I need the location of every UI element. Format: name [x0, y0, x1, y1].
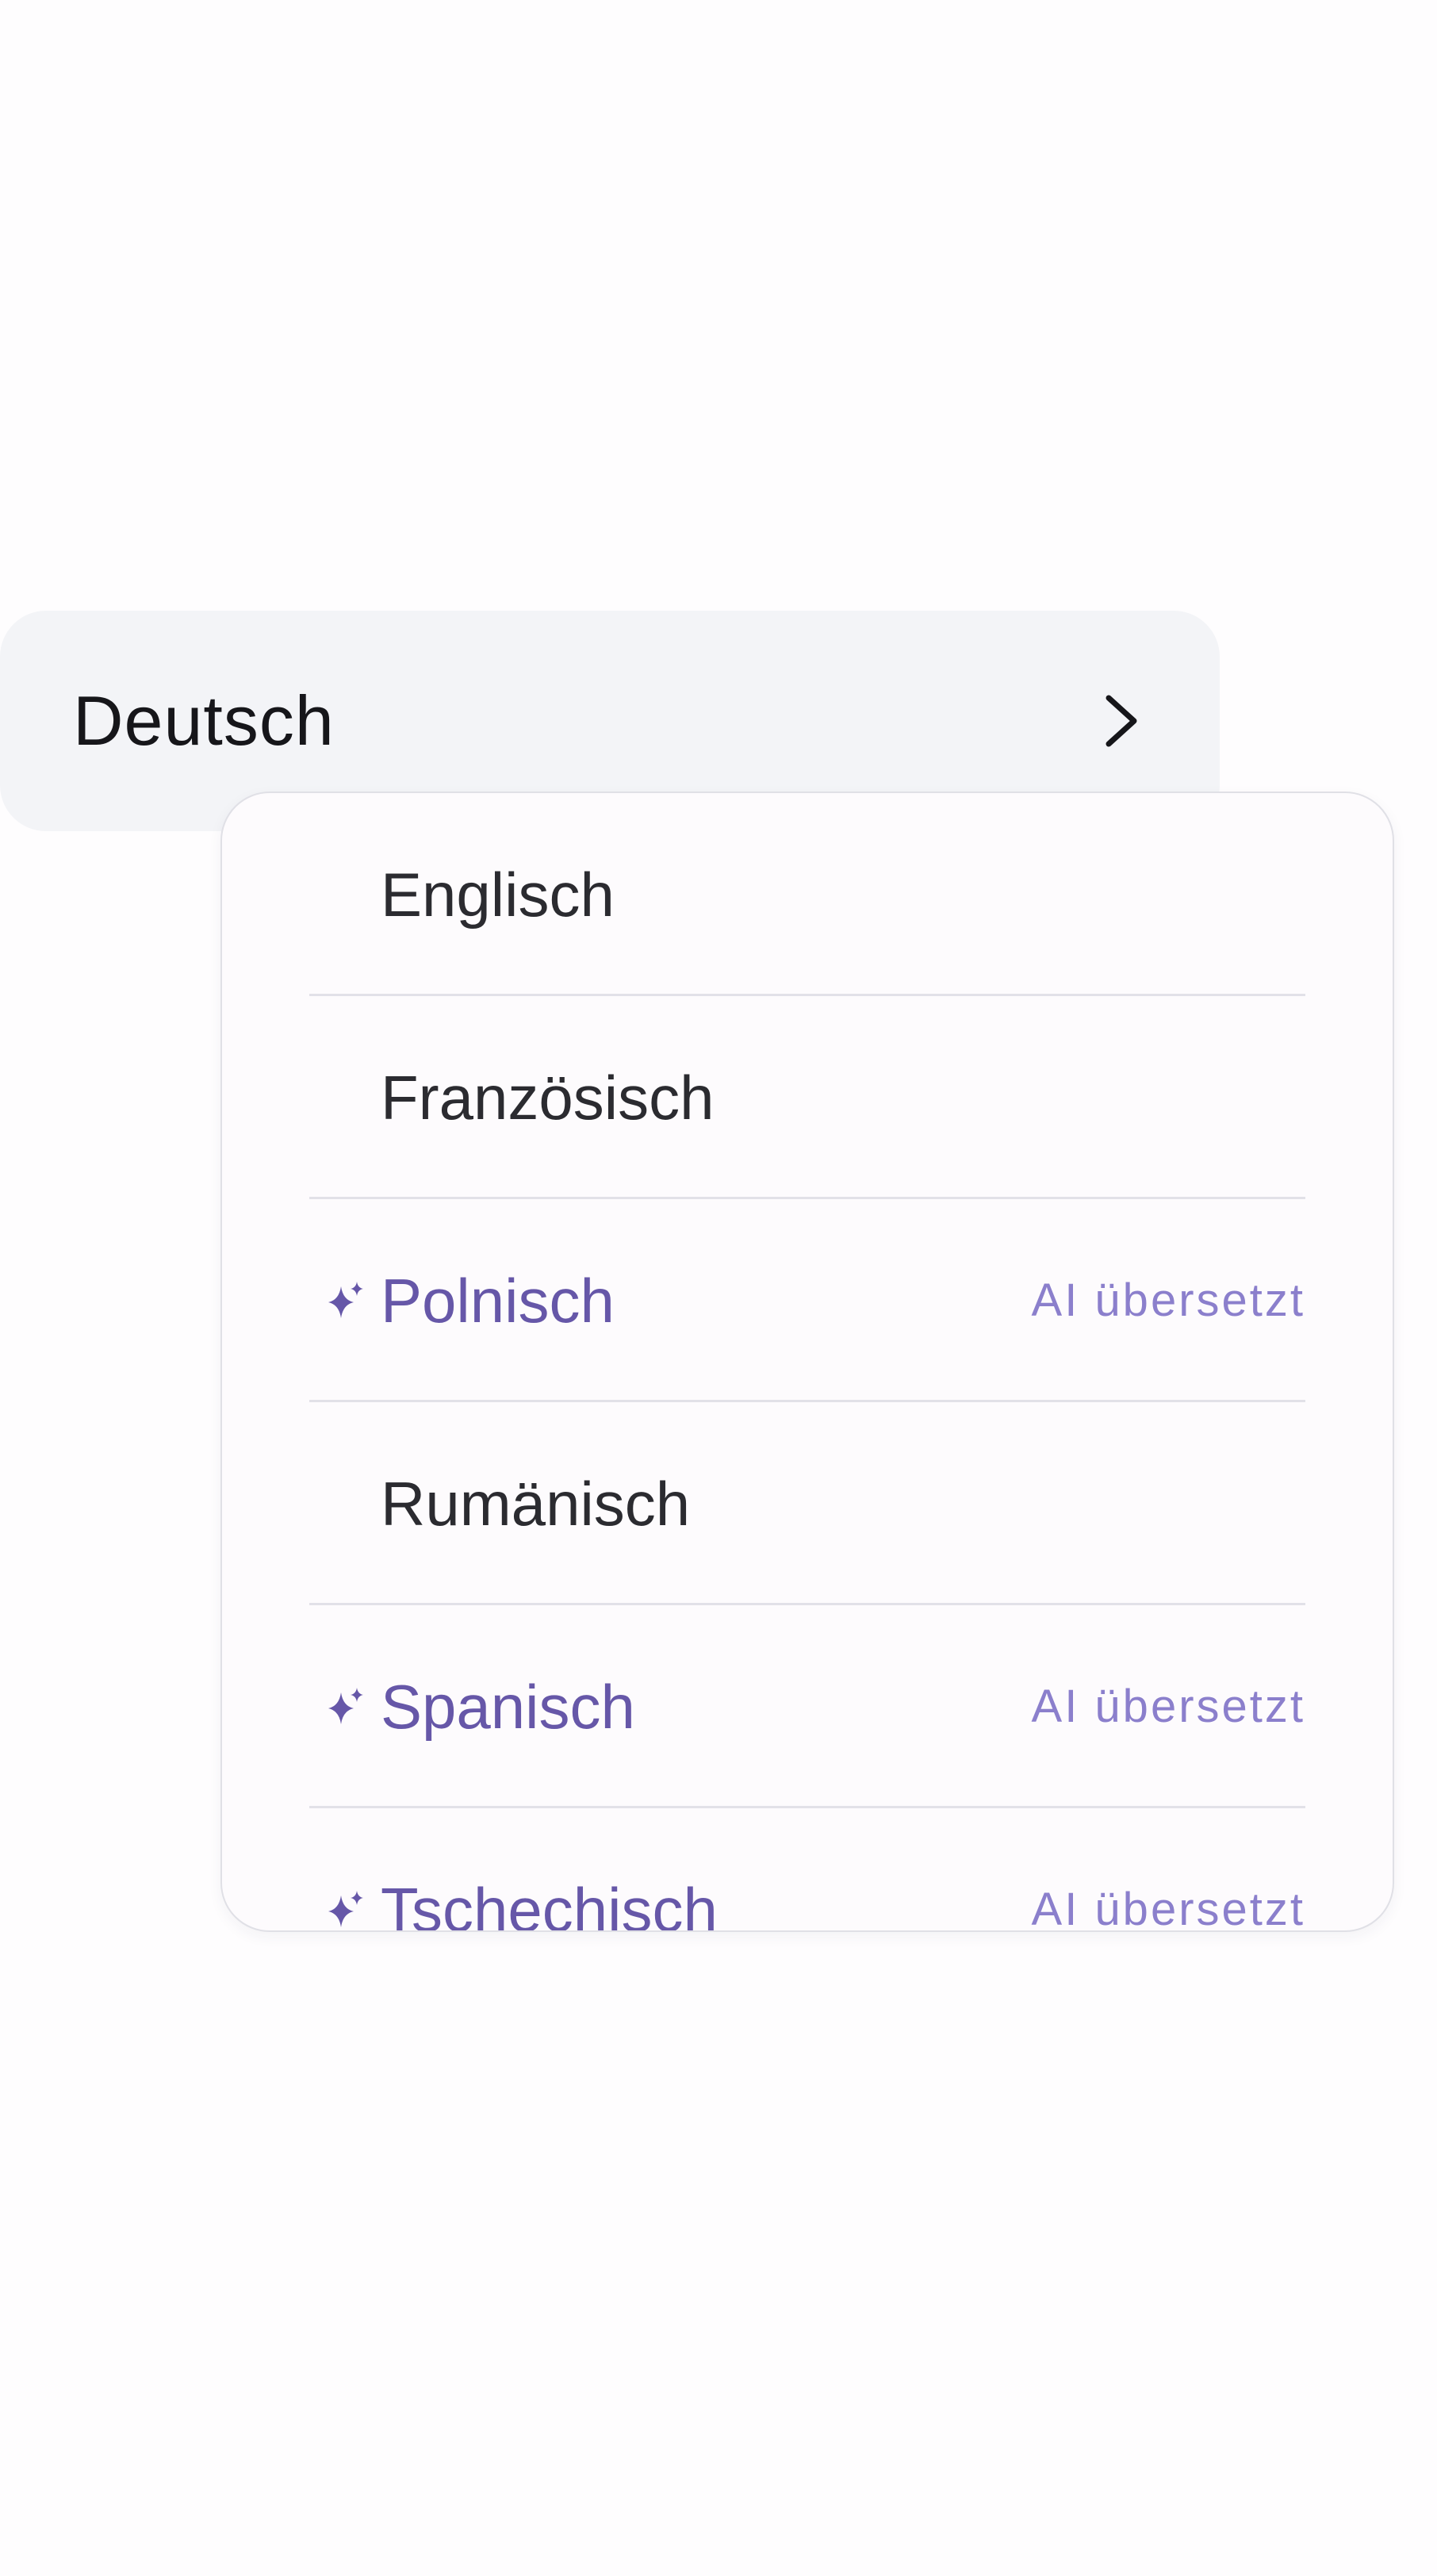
language-option-tschechisch[interactable]: Tschechisch AI übersetzt: [309, 1808, 1305, 1932]
ai-translated-badge: AI übersetzt: [1031, 1275, 1305, 1326]
language-option-label: Englisch: [381, 860, 615, 930]
language-option-label: Polnisch: [381, 1266, 615, 1336]
ai-translated-badge: AI übersetzt: [1031, 1681, 1305, 1732]
language-option-rumaenisch[interactable]: Rumänisch: [309, 1402, 1305, 1605]
sparkle-icon: [328, 1891, 363, 1927]
language-list: Englisch Französisch Polnisch AI überset…: [309, 793, 1305, 1932]
language-option-polnisch[interactable]: Polnisch AI übersetzt: [309, 1199, 1305, 1402]
ai-translated-badge: AI übersetzt: [1031, 1884, 1305, 1932]
language-option-label: Tschechisch: [381, 1875, 718, 1932]
language-option-label: Rumänisch: [381, 1469, 691, 1539]
language-option-label: Französisch: [381, 1063, 715, 1133]
language-option-label: Spanisch: [381, 1672, 635, 1742]
chevron-right-icon[interactable]: [1099, 693, 1144, 749]
sparkle-icon: [328, 1688, 363, 1724]
language-option-englisch[interactable]: Englisch: [309, 793, 1305, 996]
sparkle-icon: [328, 1282, 363, 1318]
language-option-franzoesisch[interactable]: Französisch: [309, 996, 1305, 1199]
language-dropdown: Englisch Französisch Polnisch AI überset…: [220, 792, 1394, 1932]
language-option-spanisch[interactable]: Spanisch AI übersetzt: [309, 1605, 1305, 1808]
